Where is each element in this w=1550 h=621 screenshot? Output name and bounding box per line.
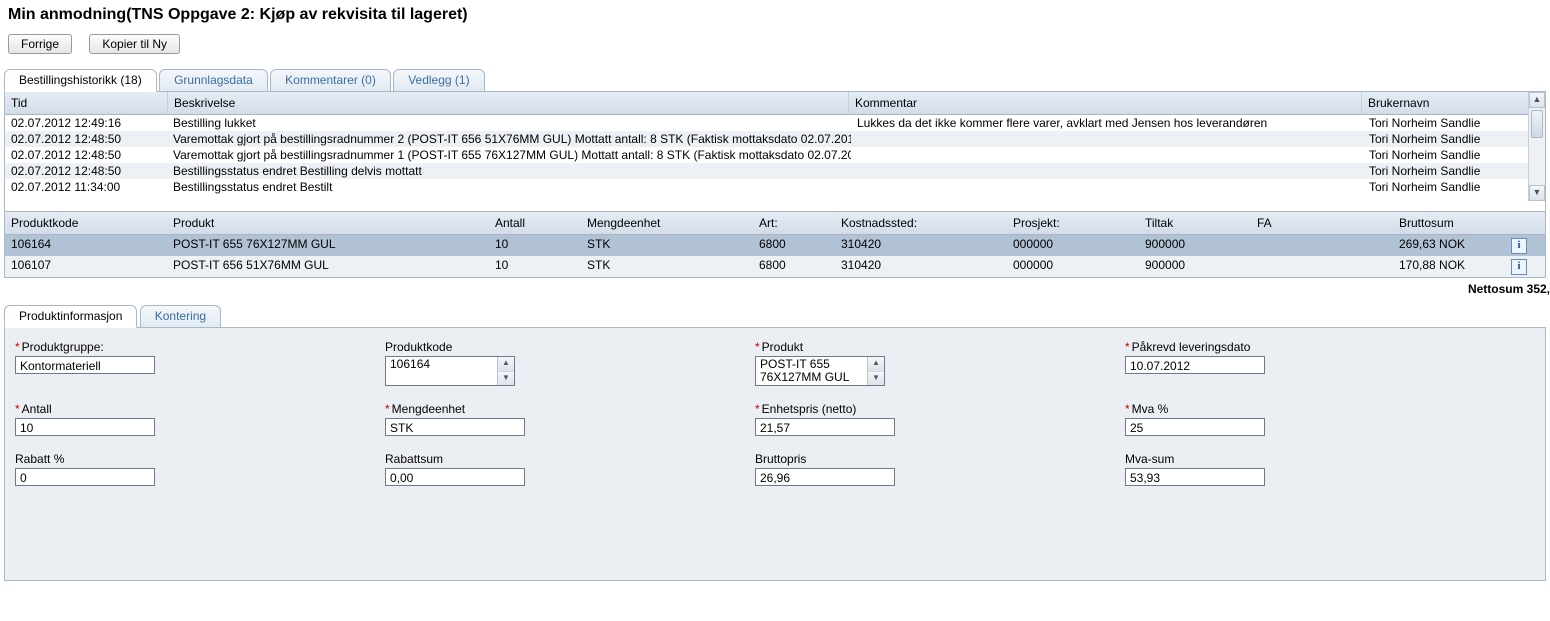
rabattsum-input[interactable]: 0,00	[385, 468, 525, 486]
produktgruppe-input[interactable]: Kontormateriell	[15, 356, 155, 374]
spin-down-icon[interactable]: ▼	[498, 372, 514, 386]
tab-order-history[interactable]: Bestillingshistorikk (18)	[4, 69, 157, 92]
col-prosjekt[interactable]: Prosjekt:	[1007, 212, 1139, 234]
action-bar: Forrige Kopier til Ny	[8, 34, 1542, 54]
col-brukernavn[interactable]: Brukernavn	[1362, 92, 1545, 114]
col-antall[interactable]: Antall	[489, 212, 581, 234]
col-bruttosum[interactable]: Bruttosum	[1393, 212, 1505, 234]
produktkode-spinner[interactable]: 106164 ▲▼	[385, 356, 515, 386]
tab-basis-data[interactable]: Grunnlagsdata	[159, 69, 268, 91]
history-body: 02.07.2012 12:49:16 Bestilling lukket Lu…	[5, 115, 1545, 201]
antall-input[interactable]: 10	[15, 418, 155, 436]
antall-label: *Antall	[15, 402, 385, 416]
product-form: *Produktgruppe: Kontormateriell Produktk…	[4, 327, 1546, 581]
history-table: Tid Beskrivelse Kommentar Brukernavn 02.…	[5, 92, 1545, 201]
bruttopris-input[interactable]: 26,96	[755, 468, 895, 486]
spin-up-icon[interactable]: ▲	[498, 357, 514, 372]
info-icon[interactable]: i	[1511, 259, 1527, 275]
product-header: Produktkode Produkt Antall Mengdeenhet A…	[5, 211, 1545, 235]
tab-kontering[interactable]: Kontering	[140, 305, 221, 327]
tab-comments[interactable]: Kommentarer (0)	[270, 69, 391, 91]
enhetspris-input[interactable]: 21,57	[755, 418, 895, 436]
history-row[interactable]: 02.07.2012 12:48:50 Varemottak gjort på …	[5, 147, 1545, 163]
spin-up-icon[interactable]: ▲	[868, 357, 884, 372]
col-produktkode[interactable]: Produktkode	[5, 212, 167, 234]
history-scrollbar[interactable]: ▲ ▼	[1528, 92, 1545, 201]
col-art[interactable]: Art:	[753, 212, 835, 234]
levdato-input[interactable]: 10.07.2012	[1125, 356, 1265, 374]
copy-to-new-button[interactable]: Kopier til Ny	[89, 34, 180, 54]
rabattpct-label: Rabatt %	[15, 452, 385, 466]
tab-product-info[interactable]: Produktinformasjon	[4, 305, 137, 328]
history-row[interactable]: 02.07.2012 11:34:00 Bestillingsstatus en…	[5, 179, 1545, 195]
col-mengdeenhet[interactable]: Mengdeenhet	[581, 212, 753, 234]
mengdeenhet-input[interactable]: STK	[385, 418, 525, 436]
history-row[interactable]: 02.07.2012 12:49:16 Bestilling lukket Lu…	[5, 115, 1545, 131]
page-title: Min anmodning(TNS Oppgave 2: Kjøp av rek…	[8, 6, 1542, 24]
produktkode-label: Produktkode	[385, 340, 755, 354]
col-tiltak[interactable]: Tiltak	[1139, 212, 1251, 234]
produkt-label: *Produkt	[755, 340, 1125, 354]
main-tabs: Bestillingshistorikk (18) Grunnlagsdata …	[4, 68, 1546, 91]
spin-down-icon[interactable]: ▼	[868, 372, 884, 386]
mvapct-input[interactable]: 25	[1125, 418, 1265, 436]
enhetspris-label: *Enhetspris (netto)	[755, 402, 1125, 416]
produkt-spinner[interactable]: POST-IT 655 76X127MM GUL ▲▼	[755, 356, 885, 386]
main-panel: Tid Beskrivelse Kommentar Brukernavn 02.…	[4, 91, 1546, 278]
product-row[interactable]: 106107 POST-IT 656 51X76MM GUL 10 STK 68…	[5, 256, 1545, 277]
rabattpct-input[interactable]: 0	[15, 468, 155, 486]
mengdeenhet-label: *Mengdeenhet	[385, 402, 755, 416]
mvasum-label: Mva-sum	[1125, 452, 1495, 466]
col-beskrivelse[interactable]: Beskrivelse	[168, 92, 849, 114]
nettosum-label: Nettosum 352,	[0, 282, 1550, 296]
history-header: Tid Beskrivelse Kommentar Brukernavn	[5, 92, 1545, 115]
history-row[interactable]: 02.07.2012 12:48:50 Varemottak gjort på …	[5, 131, 1545, 147]
bruttopris-label: Bruttopris	[755, 452, 1125, 466]
history-row[interactable]: 02.07.2012 12:48:50 Bestillingsstatus en…	[5, 163, 1545, 179]
mvasum-input[interactable]: 53,93	[1125, 468, 1265, 486]
scroll-thumb[interactable]	[1531, 110, 1543, 138]
product-row[interactable]: 106164 POST-IT 655 76X127MM GUL 10 STK 6…	[5, 235, 1545, 256]
col-produkt[interactable]: Produkt	[167, 212, 489, 234]
levdato-label: *Påkrevd leveringsdato	[1125, 340, 1495, 354]
form-tabs: Produktinformasjon Kontering	[4, 304, 1546, 327]
prev-button[interactable]: Forrige	[8, 34, 72, 54]
col-fa[interactable]: FA	[1251, 212, 1393, 234]
scroll-down-icon[interactable]: ▼	[1529, 185, 1545, 201]
info-icon[interactable]: i	[1511, 238, 1527, 254]
col-kostnadssted[interactable]: Kostnadssted:	[835, 212, 1007, 234]
col-kommentar[interactable]: Kommentar	[849, 92, 1362, 114]
col-tid[interactable]: Tid	[5, 92, 168, 114]
rabattsum-label: Rabattsum	[385, 452, 755, 466]
mvapct-label: *Mva %	[1125, 402, 1495, 416]
tab-attachments[interactable]: Vedlegg (1)	[393, 69, 484, 91]
scroll-up-icon[interactable]: ▲	[1529, 92, 1545, 108]
produktgruppe-label: *Produktgruppe:	[15, 340, 385, 354]
